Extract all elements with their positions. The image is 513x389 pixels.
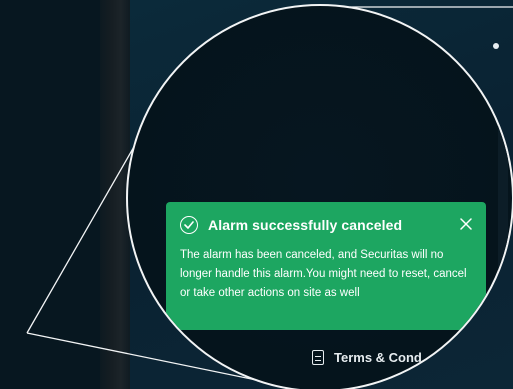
toast-message: The alarm has been canceled, and Securit… [180,249,467,299]
toast-title: Alarm successfully canceled [208,217,403,233]
magnifier-lens: Alarm successfully canceled The alarm ha… [126,4,513,389]
panel-edge [498,126,508,386]
close-icon[interactable] [458,216,474,232]
document-icon [312,350,324,365]
toast-header: Alarm successfully canceled [180,216,472,234]
terms-link[interactable]: Terms & Cond [312,350,422,365]
success-toast: Alarm successfully canceled The alarm ha… [166,202,486,330]
terms-label: Terms & Cond [334,350,422,365]
check-circle-icon [180,216,198,234]
